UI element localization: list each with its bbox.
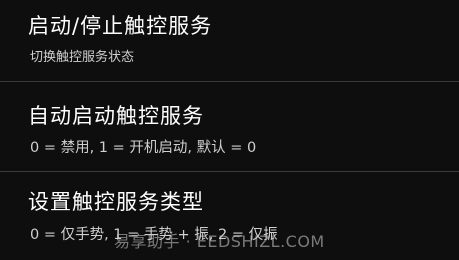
watermark-overlay: 易享助手 · EEDSHIZL.COM — [114, 232, 325, 251]
setting-title: 启动/停止触控服务 — [28, 14, 213, 38]
setting-summary: 0 = 禁用, 1 = 开机启动, 默认 = 0 — [30, 140, 257, 156]
setting-toggle-touch-service[interactable]: 启动/停止触控服务 切换触控服务状态 — [0, 0, 459, 81]
settings-list: 启动/停止触控服务 切换触控服务状态 自动启动触控服务 0 = 禁用, 1 = … — [0, 0, 459, 260]
setting-title: 设置触控服务类型 — [28, 190, 204, 214]
setting-title: 自动启动触控服务 — [28, 104, 204, 128]
setting-auto-start-touch-service[interactable]: 自动启动触控服务 0 = 禁用, 1 = 开机启动, 默认 = 0 — [0, 82, 459, 171]
setting-summary: 切换触控服务状态 — [30, 50, 135, 65]
